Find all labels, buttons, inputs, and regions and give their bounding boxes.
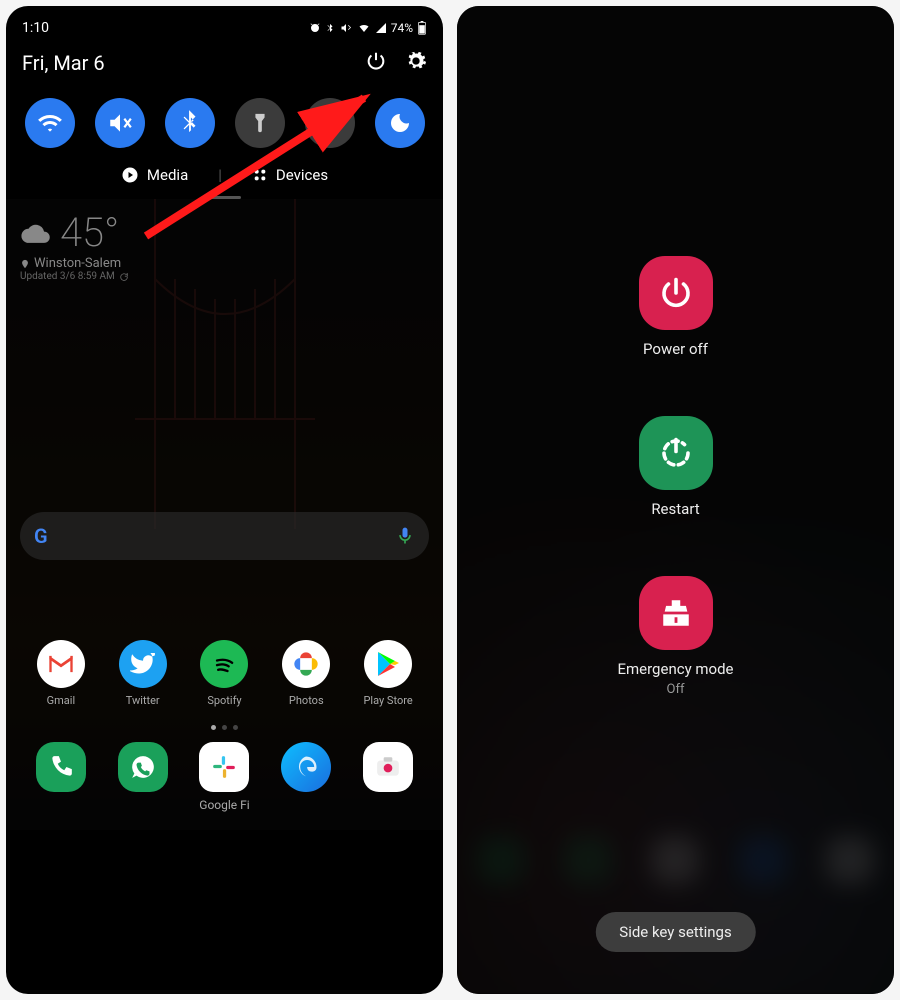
location-label: Winston-Salem (34, 256, 121, 271)
app-label: Spotify (207, 694, 241, 707)
clock: 1:10 (22, 20, 49, 36)
refresh-icon (119, 272, 129, 282)
wifi-status-icon (357, 22, 371, 34)
media-label: Media (147, 166, 188, 184)
mic-icon (395, 525, 415, 547)
side-key-label: Side key settings (619, 923, 731, 941)
emergency-mode-button[interactable]: Emergency mode Off (617, 576, 733, 697)
devices-label: Devices (276, 166, 328, 184)
slack-icon (211, 754, 237, 780)
dock (20, 742, 429, 792)
qs-powersave[interactable] (305, 98, 355, 148)
page-indicator (20, 725, 429, 730)
power-button[interactable] (365, 50, 387, 76)
qs-flashlight[interactable] (235, 98, 285, 148)
app-label: Twitter (126, 694, 160, 707)
date-row: Fri, Mar 6 (6, 42, 443, 84)
app-gmail[interactable]: Gmail (31, 640, 91, 707)
emergency-state: Off (667, 682, 685, 697)
updated-label: Updated 3/6 8:59 AM (20, 271, 115, 282)
play-circle-icon (121, 166, 139, 184)
wifi-icon (37, 110, 63, 136)
cloud-icon (20, 219, 54, 247)
devices-button[interactable]: Devices (252, 166, 328, 184)
qs-bluetooth[interactable] (165, 98, 215, 148)
dock-camera[interactable] (363, 742, 413, 792)
restart-label: Restart (651, 500, 699, 518)
date-label: Fri, Mar 6 (22, 51, 105, 75)
photos-icon (282, 640, 330, 688)
whatsapp-icon (130, 754, 156, 780)
twitter-icon (119, 640, 167, 688)
app-playstore[interactable]: Play Store (358, 640, 418, 707)
alarm-icon (309, 22, 321, 34)
weather-widget[interactable]: 45° Winston-Salem Updated 3/6 8:59 AM (20, 209, 429, 282)
power-menu: Power off Restart Emergency mode Off (457, 6, 894, 697)
bluetooth-icon (179, 110, 201, 136)
camera-icon (375, 756, 401, 778)
media-devices-row: Media | Devices (6, 162, 443, 194)
location-pin-icon (20, 258, 30, 270)
dock-phone[interactable] (36, 742, 86, 792)
status-icons: 74% (309, 21, 427, 35)
mute-vibrate-icon (107, 110, 133, 136)
qs-dnd[interactable] (375, 98, 425, 148)
quick-settings-row (6, 84, 443, 162)
app-spotify[interactable]: Spotify (194, 640, 254, 707)
spotify-icon (200, 640, 248, 688)
gmail-icon (37, 640, 85, 688)
homescreen: 45° Winston-Salem Updated 3/6 8:59 AM G (6, 199, 443, 830)
dock-slack[interactable] (199, 742, 249, 792)
gear-icon (405, 50, 427, 72)
power-menu-screenshot: Power off Restart Emergency mode Off Sid… (457, 6, 894, 994)
status-bar: 1:10 74% (6, 6, 443, 42)
app-label: Photos (289, 694, 324, 707)
restart-button[interactable]: Restart (639, 416, 713, 518)
dock-edge[interactable] (281, 742, 331, 792)
bluetooth-status-icon (325, 22, 335, 34)
power-off-icon (639, 256, 713, 330)
phone-icon (48, 754, 74, 780)
settings-button[interactable] (405, 50, 427, 76)
battery-percent: 74% (391, 21, 413, 35)
power-off-label: Power off (643, 340, 708, 358)
power-icon (365, 50, 387, 72)
app-label: Play Store (363, 694, 412, 707)
power-off-button[interactable]: Power off (639, 256, 713, 358)
dnd-moon-icon (388, 111, 412, 135)
edge-icon (292, 753, 320, 781)
temperature: 45° (60, 209, 119, 256)
battery-icon (417, 21, 427, 35)
playstore-icon (364, 640, 412, 688)
app-twitter[interactable]: Twitter (113, 640, 173, 707)
signal-icon (375, 22, 387, 34)
separator: | (218, 166, 222, 184)
emergency-icon (639, 576, 713, 650)
qs-wifi[interactable] (25, 98, 75, 148)
devices-grid-icon (252, 167, 268, 183)
app-label: Gmail (47, 694, 75, 707)
app-photos[interactable]: Photos (276, 640, 336, 707)
emergency-label: Emergency mode (617, 660, 733, 678)
dock-whatsapp[interactable] (118, 742, 168, 792)
side-key-settings-button[interactable]: Side key settings (595, 912, 755, 952)
flashlight-icon (249, 110, 271, 136)
restart-icon (639, 416, 713, 490)
google-search-bar[interactable]: G (20, 512, 429, 560)
qs-mute[interactable] (95, 98, 145, 148)
notification-panel-screenshot: 1:10 74% Fri, Mar 6 (6, 6, 443, 994)
mute-status-icon (339, 22, 353, 34)
media-button[interactable]: Media (121, 166, 188, 184)
google-g-icon: G (34, 524, 48, 548)
app-grid: Gmail Twitter Spotify Photos (20, 640, 429, 707)
power-save-icon (319, 110, 341, 136)
dock-center-label: Google Fi (20, 798, 429, 812)
